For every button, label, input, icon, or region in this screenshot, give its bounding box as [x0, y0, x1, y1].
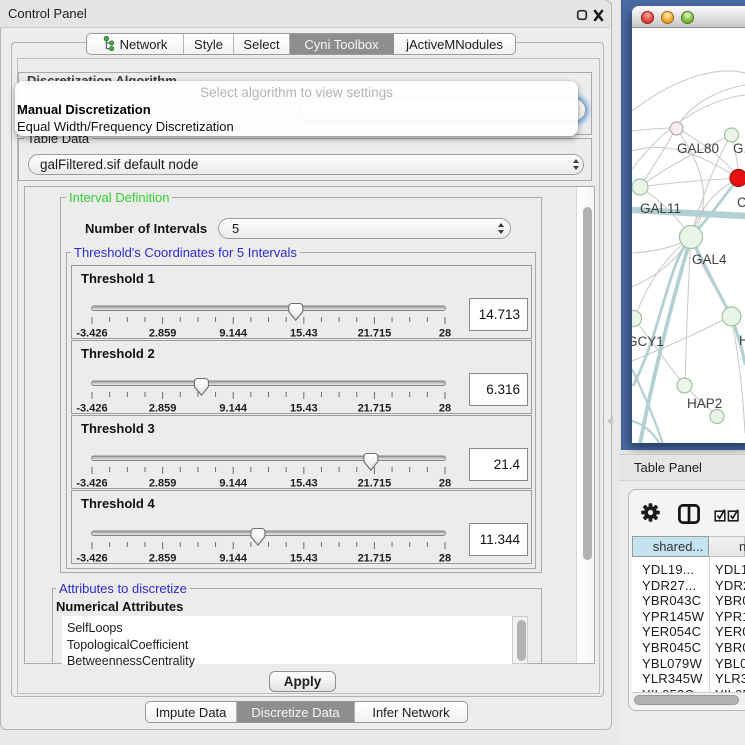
svg-text:G.: G.: [733, 141, 745, 156]
svg-text:21.715: 21.715: [358, 403, 392, 415]
svg-text:2.859: 2.859: [149, 328, 177, 340]
svg-text:GAL11: GAL11: [640, 201, 681, 216]
svg-text:15.43: 15.43: [290, 478, 318, 490]
svg-text:21.715: 21.715: [358, 328, 392, 340]
svg-text:HAP2: HAP2: [687, 396, 722, 411]
svg-text:15.43: 15.43: [290, 328, 318, 340]
svg-text:9.144: 9.144: [219, 328, 247, 340]
svg-text:-3.426: -3.426: [76, 328, 107, 340]
svg-text:GCY1: GCY1: [632, 334, 664, 349]
svg-text:-3.426: -3.426: [76, 403, 107, 415]
svg-text:GAL4: GAL4: [692, 252, 727, 267]
svg-text:28: 28: [439, 478, 451, 490]
svg-text:28: 28: [439, 553, 451, 565]
svg-text:21.715: 21.715: [358, 478, 392, 490]
svg-text:28: 28: [439, 403, 451, 415]
svg-text:15.43: 15.43: [290, 553, 318, 565]
svg-text:GAL80: GAL80: [677, 141, 719, 156]
svg-text:9.144: 9.144: [219, 478, 247, 490]
svg-text:2.859: 2.859: [149, 403, 177, 415]
svg-text:H: H: [739, 333, 745, 348]
svg-text:C: C: [737, 195, 745, 210]
svg-text:21.715: 21.715: [358, 553, 392, 565]
svg-text:2.859: 2.859: [149, 478, 177, 490]
svg-text:2.859: 2.859: [149, 553, 177, 565]
svg-text:15.43: 15.43: [290, 403, 318, 415]
svg-text:9.144: 9.144: [219, 403, 247, 415]
svg-text:28: 28: [439, 328, 451, 340]
svg-text:-3.426: -3.426: [76, 478, 107, 490]
svg-text:-3.426: -3.426: [76, 553, 107, 565]
svg-text:9.144: 9.144: [219, 553, 247, 565]
